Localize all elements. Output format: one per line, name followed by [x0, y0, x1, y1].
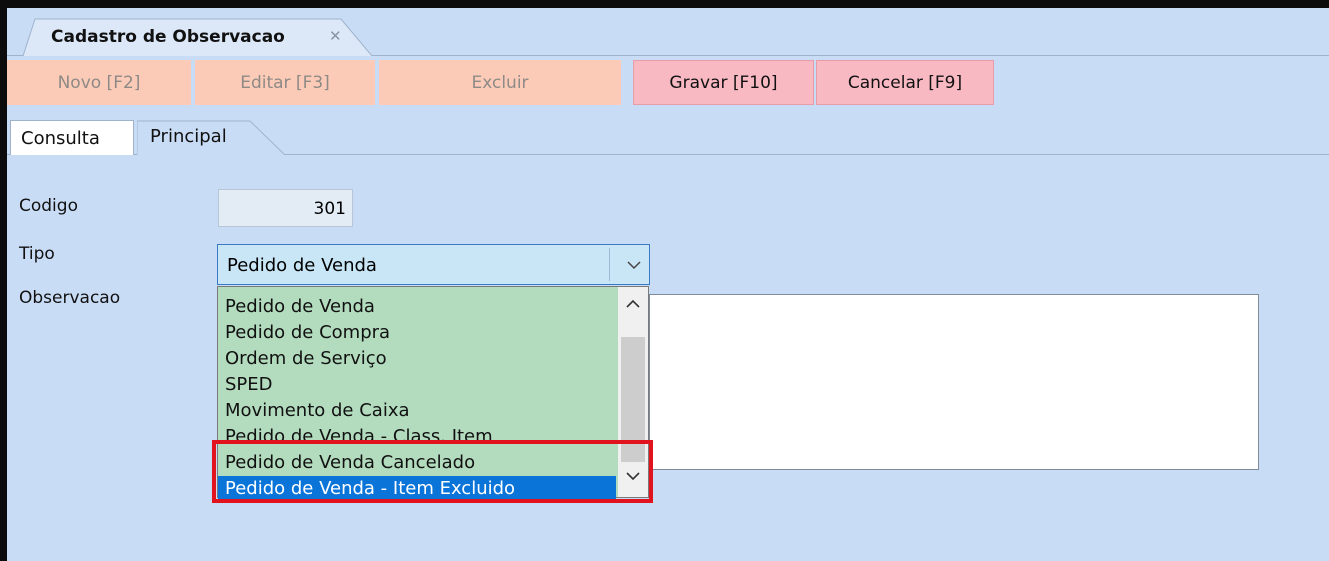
- document-tab-strip: Cadastro de Observacao ✕: [7, 8, 1329, 56]
- observacao-label: Observacao: [19, 288, 121, 308]
- gravar-button[interactable]: Gravar [F10]: [633, 60, 814, 105]
- cancelar-button[interactable]: Cancelar [F9]: [816, 60, 994, 105]
- tab-principal[interactable]: Principal: [137, 120, 287, 155]
- tipo-select-separator: [609, 248, 610, 281]
- tab-principal-label: Principal: [150, 126, 227, 147]
- tab-consulta-label: Consulta: [21, 128, 100, 149]
- frame-left-border: [0, 0, 7, 561]
- observacao-textarea[interactable]: [649, 294, 1259, 470]
- codigo-field: 301: [218, 189, 353, 227]
- dropdown-option[interactable]: Pedido de Compra: [218, 320, 616, 346]
- app-window: Cadastro de Observacao ✕ Novo [F2] Edita…: [7, 8, 1329, 561]
- red-highlight-box: [212, 440, 653, 503]
- dropdown-option[interactable]: SPED: [218, 372, 616, 398]
- close-icon[interactable]: ✕: [329, 27, 342, 45]
- tab-consulta[interactable]: Consulta: [10, 120, 134, 155]
- chevron-down-icon[interactable]: [627, 261, 641, 270]
- tipo-label: Tipo: [19, 244, 55, 264]
- toolbar: Novo [F2] Editar [F3] Excluir Gravar [F1…: [7, 57, 1329, 113]
- document-tab[interactable]: Cadastro de Observacao ✕: [23, 18, 373, 56]
- document-tab-title: Cadastro de Observacao: [51, 27, 285, 47]
- dropdown-option[interactable]: Pedido de Venda: [218, 294, 616, 320]
- codigo-label: Codigo: [19, 196, 78, 216]
- chevron-up-icon[interactable]: [626, 299, 640, 308]
- dropdown-option[interactable]: Movimento de Caixa: [218, 398, 616, 424]
- frame-top-border: [0, 0, 1329, 8]
- page-tabs: Consulta Principal: [7, 116, 1329, 158]
- dropdown-option[interactable]: Ordem de Serviço: [218, 346, 616, 372]
- editar-button[interactable]: Editar [F3]: [195, 60, 375, 105]
- novo-button[interactable]: Novo [F2]: [7, 60, 191, 105]
- screenshot-frame: Cadastro de Observacao ✕ Novo [F2] Edita…: [0, 0, 1329, 561]
- excluir-button[interactable]: Excluir: [379, 60, 621, 105]
- tipo-select[interactable]: Pedido de Venda: [217, 244, 650, 285]
- tipo-select-value: Pedido de Venda: [227, 255, 377, 276]
